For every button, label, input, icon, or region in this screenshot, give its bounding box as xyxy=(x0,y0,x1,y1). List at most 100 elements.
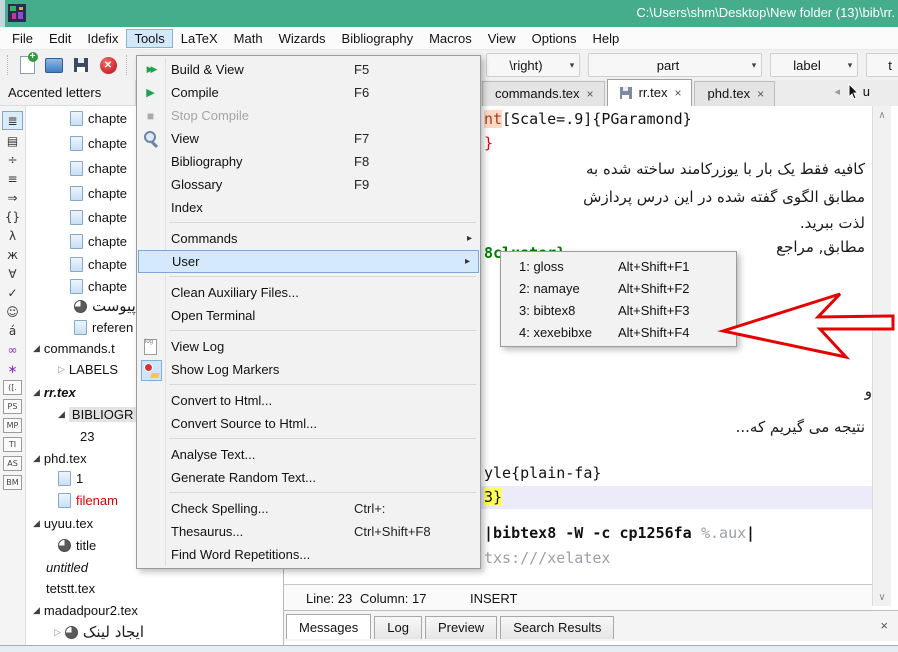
tree-expander-icon[interactable] xyxy=(58,410,65,419)
menu-item[interactable]: Show Log Markers xyxy=(137,358,480,381)
menu-item[interactable] xyxy=(169,492,476,493)
bottom-panel-tab[interactable]: Search Results xyxy=(500,616,614,639)
tree-row[interactable]: chapte xyxy=(70,231,127,251)
symbol-tab[interactable]: PS xyxy=(3,399,22,414)
menubar-item[interactable]: File xyxy=(4,29,41,48)
tab-scroll-left-button[interactable]: ◂ xyxy=(834,85,840,98)
tree-row[interactable]: title xyxy=(58,535,96,555)
symbol-tab[interactable]: ∀ xyxy=(3,265,22,282)
tree-row[interactable]: chapte xyxy=(70,254,127,274)
menu-item[interactable]: Open Terminal xyxy=(137,304,480,327)
symbol-tab[interactable]: {} xyxy=(3,208,22,225)
close-file-button[interactable]: ✕ xyxy=(96,53,120,77)
tree-expander-icon[interactable] xyxy=(54,628,61,637)
symbol-tab[interactable]: ([. xyxy=(3,380,22,395)
menu-item[interactable]: Thesaurus... Ctrl+Shift+F8 xyxy=(137,520,480,543)
save-button[interactable] xyxy=(69,53,93,77)
menubar-item[interactable]: Math xyxy=(226,29,271,48)
menu-item[interactable] xyxy=(169,222,476,223)
tree-row[interactable]: rr.tex xyxy=(33,382,76,402)
tree-row[interactable]: filenam xyxy=(58,490,118,510)
menu-item[interactable]: Convert to Html... xyxy=(137,389,480,412)
menubar-item[interactable]: View xyxy=(480,29,524,48)
tree-expander-icon[interactable] xyxy=(33,344,40,353)
panel-close-icon[interactable]: × xyxy=(880,618,888,633)
tree-row[interactable]: untitled xyxy=(46,557,88,577)
menu-item[interactable]: Check Spelling... Ctrl+: xyxy=(137,497,480,520)
menu-item[interactable]: Bibliography F8 xyxy=(137,150,480,173)
toolbar-combo[interactable]: t ▾ xyxy=(866,53,898,77)
tree-row[interactable]: ایجاد لینک xyxy=(54,622,144,642)
tree-row[interactable]: chapte xyxy=(70,183,127,203)
symbol-tab[interactable]: λ xyxy=(3,227,22,244)
symbol-tab[interactable]: ☺ xyxy=(3,303,22,320)
submenu-item[interactable]: 4: xexebibxe Alt+Shift+F4 xyxy=(501,321,736,343)
menu-item[interactable]: User xyxy=(138,250,479,273)
chevron-down-icon[interactable]: ▾ xyxy=(843,60,857,71)
toolbar-combo[interactable]: label ▾ xyxy=(770,53,858,77)
submenu-item[interactable]: 3: bibtex8 Alt+Shift+F3 xyxy=(501,299,736,321)
menubar-item[interactable]: Options xyxy=(524,29,585,48)
tree-row[interactable]: phd.tex xyxy=(33,448,87,468)
menu-item[interactable] xyxy=(169,276,476,277)
menu-item[interactable]: Find Word Repetitions... xyxy=(137,543,480,566)
symbol-tab[interactable]: ⇒ xyxy=(3,189,22,206)
tab-close-icon[interactable]: × xyxy=(587,87,594,101)
tree-row[interactable]: پیوست xyxy=(74,296,136,316)
symbol-tab[interactable]: MP xyxy=(3,418,22,433)
tree-expander-icon[interactable] xyxy=(33,519,40,528)
new-file-button[interactable] xyxy=(15,53,39,77)
submenu-item[interactable]: 2: namaye Alt+Shift+F2 xyxy=(501,277,736,299)
menu-item[interactable] xyxy=(169,438,476,439)
tab-close-icon[interactable]: × xyxy=(674,86,681,100)
menu-item[interactable] xyxy=(169,384,476,385)
menubar-item[interactable]: Help xyxy=(584,29,627,48)
bottom-panel-tab[interactable]: Messages xyxy=(286,614,371,639)
tree-expander-icon[interactable] xyxy=(58,365,65,374)
menu-item[interactable]: View Log xyxy=(137,335,480,358)
menu-item[interactable]: Build & View F5 xyxy=(137,58,480,81)
toolbar-combo[interactable]: part ▾ xyxy=(588,53,762,77)
menu-item[interactable]: Generate Random Text... xyxy=(137,466,480,489)
menubar-item[interactable]: Edit xyxy=(41,29,79,48)
menubar-item[interactable]: LaTeX xyxy=(173,29,226,48)
symbol-tab[interactable]: BM xyxy=(3,475,22,490)
menu-item[interactable]: Compile F6 xyxy=(137,81,480,104)
chevron-down-icon[interactable]: ▾ xyxy=(565,60,579,71)
menu-item[interactable]: Convert Source to Html... xyxy=(137,412,480,435)
sidebar-header[interactable]: Accented letters xyxy=(0,80,136,106)
menu-item[interactable]: Stop Compile xyxy=(137,104,480,127)
symbol-tab[interactable]: ж xyxy=(3,246,22,263)
tree-row[interactable]: tetstt.tex xyxy=(46,578,95,598)
tree-row[interactable]: madadpour2.tex xyxy=(33,600,138,620)
symbol-tab[interactable]: ÷ xyxy=(3,151,22,168)
menubar-item[interactable]: Wizards xyxy=(271,29,334,48)
open-file-button[interactable] xyxy=(42,53,66,77)
symbol-tab[interactable]: AS xyxy=(3,456,22,471)
menu-item[interactable]: Index xyxy=(137,196,480,219)
symbol-tab[interactable]: TI xyxy=(3,437,22,452)
tree-expander-icon[interactable] xyxy=(33,388,40,397)
bottom-panel-tab[interactable]: Log xyxy=(374,616,422,639)
editor-tab[interactable]: rr.tex × xyxy=(607,79,693,106)
editor-tab[interactable]: phd.tex × xyxy=(694,81,775,106)
menubar-item[interactable]: Bibliography xyxy=(334,29,422,48)
menu-item[interactable]: View F7 xyxy=(137,127,480,150)
menu-item[interactable]: Clean Auxiliary Files... xyxy=(137,281,480,304)
toolbar-combo[interactable]: \right) ▾ xyxy=(486,53,580,77)
scroll-up-icon[interactable]: ∧ xyxy=(873,107,891,123)
partial-tab-label[interactable]: u xyxy=(863,84,870,99)
symbol-tab[interactable]: ▤ xyxy=(3,132,22,149)
tree-row[interactable]: commands.t xyxy=(33,338,115,358)
tree-expander-icon[interactable] xyxy=(33,606,40,615)
tree-row[interactable]: referen xyxy=(74,317,133,337)
bottom-panel-tab[interactable]: Preview xyxy=(425,616,497,639)
menubar-item[interactable]: Idefix xyxy=(79,29,126,48)
tree-expander-icon[interactable] xyxy=(33,454,40,463)
menubar-item[interactable]: Tools xyxy=(126,29,172,48)
menu-item[interactable] xyxy=(169,330,476,331)
menu-item[interactable]: Commands xyxy=(137,227,480,250)
tab-close-icon[interactable]: × xyxy=(757,87,764,101)
tree-row[interactable]: BIBLIOGR xyxy=(58,404,136,424)
symbol-tab[interactable]: ≣ xyxy=(2,111,23,130)
